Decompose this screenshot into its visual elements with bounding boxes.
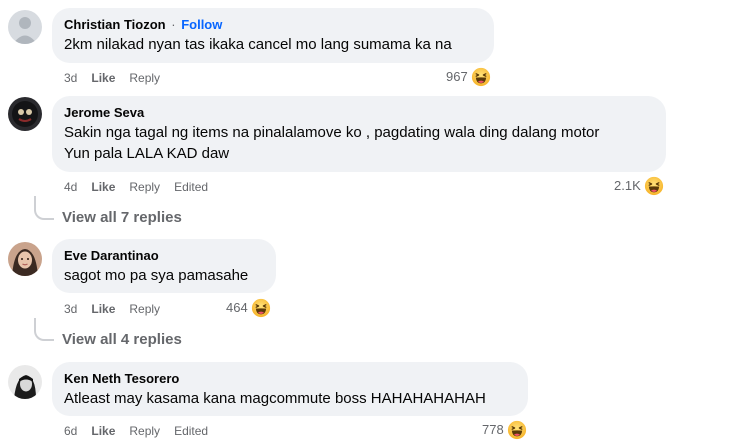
comment-actions: 3d Like Reply (64, 70, 174, 86)
comment-text-line: Sakin nga tagal ng items na pinalalamove… (64, 124, 600, 141)
comment-bubble: Jerome Seva Sakin nga tagal ng items na … (52, 96, 666, 172)
reaction-count: 464 (226, 300, 248, 315)
comment-author[interactable]: Jerome Seva (64, 104, 654, 121)
reaction-count: 967 (446, 69, 468, 84)
reply-button[interactable]: Reply (129, 423, 160, 439)
follow-link[interactable]: Follow (181, 17, 222, 32)
comment-actions: 3d Like Reply (64, 301, 174, 317)
reaction-summary[interactable]: 778 (482, 420, 527, 440)
comment-author[interactable]: Ken Neth Tesorero (64, 370, 516, 387)
like-button[interactable]: Like (91, 423, 115, 439)
reply-button[interactable]: Reply (129, 301, 160, 317)
comment-text-line: Yun pala LALA KAD daw (64, 145, 230, 162)
comment-bubble: Eve Darantinao sagot mo pa sya pamasahe (52, 239, 276, 293)
edited-label: Edited (174, 180, 209, 194)
comment-text: 2km nilakad nyan tas ikaka cancel mo lan… (64, 36, 452, 53)
comment-text: Atleast may kasama kana magcommute boss … (64, 390, 486, 407)
comment-time[interactable]: 3d (64, 70, 77, 86)
comment-bubble: Christian Tiozon · Follow 2km nilakad ny… (52, 8, 494, 63)
reaction-count: 2.1K (614, 178, 641, 193)
avatar[interactable] (8, 97, 42, 131)
haha-icon (644, 176, 664, 196)
comment-actions: 6d Like Reply Edited (64, 423, 222, 439)
edited-label: Edited (174, 424, 209, 438)
reaction-summary[interactable]: 464 (226, 298, 271, 318)
view-replies-link[interactable]: View all 4 replies (62, 330, 182, 350)
comment-actions: 4d Like Reply Edited (64, 179, 222, 195)
comment-time[interactable]: 4d (64, 179, 77, 195)
comment-time[interactable]: 3d (64, 301, 77, 317)
comment-text: sagot mo pa sya pamasahe (64, 267, 249, 284)
reply-button[interactable]: Reply (129, 179, 160, 195)
like-button[interactable]: Like (91, 179, 115, 195)
view-replies-link[interactable]: View all 7 replies (62, 208, 182, 228)
comment-author-line: Christian Tiozon · Follow (64, 16, 482, 33)
comment-time[interactable]: 6d (64, 423, 77, 439)
haha-icon (251, 298, 271, 318)
comment-bubble: Ken Neth Tesorero Atleast may kasama kan… (52, 362, 528, 416)
reply-button[interactable]: Reply (129, 70, 160, 86)
reaction-summary[interactable]: 967 (446, 67, 491, 87)
reply-thread-line (34, 318, 54, 341)
separator-dot: · (171, 17, 176, 32)
like-button[interactable]: Like (91, 70, 115, 86)
avatar[interactable] (8, 242, 42, 276)
comment-author[interactable]: Christian Tiozon (64, 17, 166, 32)
reaction-summary[interactable]: 2.1K (614, 176, 664, 196)
comment-author[interactable]: Eve Darantinao (64, 247, 264, 264)
reply-thread-line (34, 196, 54, 220)
like-button[interactable]: Like (91, 301, 115, 317)
avatar[interactable] (8, 365, 42, 399)
reaction-count: 778 (482, 422, 504, 437)
haha-icon (507, 420, 527, 440)
haha-icon (471, 67, 491, 87)
avatar[interactable] (8, 10, 42, 44)
